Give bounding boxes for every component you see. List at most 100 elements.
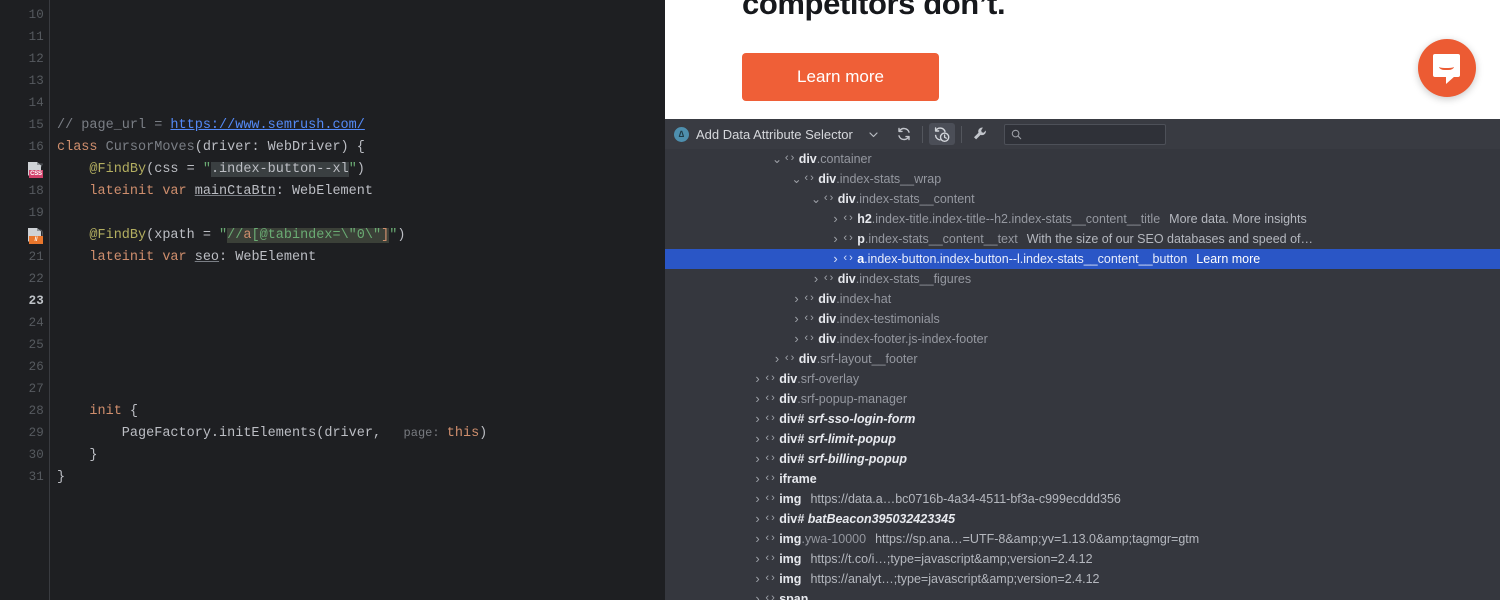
- search-field[interactable]: [1004, 124, 1166, 145]
- line-number[interactable]: 21: [0, 246, 50, 268]
- chevron-right-icon[interactable]: ›: [751, 569, 764, 589]
- chevron-right-icon[interactable]: ›: [751, 589, 764, 600]
- code-line[interactable]: }: [50, 466, 665, 488]
- code-line[interactable]: // page_url = https://www.semrush.com/: [50, 114, 665, 136]
- chevron-right-icon[interactable]: ›: [751, 549, 764, 569]
- line-number[interactable]: 11: [0, 26, 50, 48]
- code-editor[interactable]: 1011121314151617CSS181920//2122232425262…: [0, 0, 665, 600]
- code-line[interactable]: [50, 290, 665, 312]
- code-line[interactable]: [50, 268, 665, 290]
- chevron-right-icon[interactable]: ›: [751, 409, 764, 429]
- chevron-right-icon[interactable]: ›: [751, 369, 764, 389]
- code-line[interactable]: [50, 378, 665, 400]
- chevron-right-icon[interactable]: ›: [751, 389, 764, 409]
- chevron-right-icon[interactable]: ›: [829, 249, 842, 269]
- chevron-down-icon[interactable]: ⌄: [771, 152, 784, 166]
- chevron-right-icon[interactable]: ›: [810, 269, 823, 289]
- dom-tree[interactable]: ⌄‹›div.container⌄‹›div.index-stats__wrap…: [665, 149, 1500, 600]
- line-number[interactable]: 17CSS: [0, 158, 50, 180]
- line-number[interactable]: 26: [0, 356, 50, 378]
- dom-tree-row[interactable]: ›‹›img.ywa-10000https://sp.ana…=UTF-8&am…: [665, 529, 1500, 549]
- code-line[interactable]: @FindBy(xpath = "//a[@tabindex=\"0\"]"): [50, 224, 665, 246]
- chevron-right-icon[interactable]: ›: [751, 529, 764, 549]
- line-number[interactable]: 23: [0, 290, 50, 312]
- code-line[interactable]: PageFactory.initElements(driver, page: t…: [50, 422, 665, 444]
- dom-tree-row[interactable]: ›‹›div.index-stats__figures: [665, 269, 1500, 289]
- dom-tree-row[interactable]: ›‹›h2.index-title.index-title--h2.index-…: [665, 209, 1500, 229]
- code-line[interactable]: }: [50, 444, 665, 466]
- line-number[interactable]: 18: [0, 180, 50, 202]
- chevron-right-icon[interactable]: ›: [751, 449, 764, 469]
- chevron-right-icon[interactable]: ›: [751, 469, 764, 489]
- code-line[interactable]: [50, 312, 665, 334]
- refresh-icon[interactable]: [891, 123, 917, 145]
- line-number[interactable]: 10: [0, 4, 50, 26]
- code-line[interactable]: class CursorMoves(driver: WebDriver) {: [50, 136, 665, 158]
- code-line[interactable]: [50, 26, 665, 48]
- chevron-right-icon[interactable]: ›: [751, 489, 764, 509]
- code-line[interactable]: init {: [50, 400, 665, 422]
- wrench-icon[interactable]: [968, 123, 992, 145]
- code-line[interactable]: lateinit var seo: WebElement: [50, 246, 665, 268]
- chevron-right-icon[interactable]: ›: [771, 349, 784, 369]
- code-line[interactable]: [50, 4, 665, 26]
- chevron-right-icon[interactable]: ›: [790, 309, 803, 329]
- chevron-right-icon[interactable]: ›: [829, 209, 842, 229]
- dom-tree-row[interactable]: ⌄‹›div.index-stats__wrap: [665, 169, 1500, 189]
- dom-tree-row[interactable]: ›‹›imghttps://data.a…bc0716b-4a34-4511-b…: [665, 489, 1500, 509]
- line-number[interactable]: 31: [0, 466, 50, 488]
- dom-tree-row[interactable]: ›‹›span: [665, 589, 1500, 600]
- line-number[interactable]: 14: [0, 92, 50, 114]
- learn-more-button[interactable]: Learn more: [742, 53, 939, 101]
- dom-tree-row[interactable]: ⌄‹›div.index-stats__content: [665, 189, 1500, 209]
- code-line[interactable]: [50, 48, 665, 70]
- line-number[interactable]: 27: [0, 378, 50, 400]
- line-number[interactable]: 20//: [0, 224, 50, 246]
- line-number[interactable]: 19: [0, 202, 50, 224]
- editor-gutter[interactable]: 1011121314151617CSS181920//2122232425262…: [0, 0, 50, 600]
- code-line[interactable]: [50, 334, 665, 356]
- code-line[interactable]: [50, 92, 665, 114]
- dom-tree-row[interactable]: ›‹›iframe: [665, 469, 1500, 489]
- chevron-right-icon[interactable]: ›: [829, 229, 842, 249]
- line-number[interactable]: 29: [0, 422, 50, 444]
- chevron-right-icon[interactable]: ›: [751, 429, 764, 449]
- dom-tree-row[interactable]: ›‹›div.index-testimonials: [665, 309, 1500, 329]
- intercom-chat-icon[interactable]: [1418, 39, 1476, 97]
- code-line[interactable]: [50, 356, 665, 378]
- code-line[interactable]: [50, 202, 665, 224]
- chevron-down-icon[interactable]: ⌄: [790, 172, 803, 186]
- dom-tree-row-selected[interactable]: ›‹›a.index-button.index-button--l.index-…: [665, 249, 1500, 269]
- dom-tree-row[interactable]: ›‹›div.srf-overlay: [665, 369, 1500, 389]
- refresh-history-icon[interactable]: [929, 123, 955, 145]
- line-number[interactable]: 25: [0, 334, 50, 356]
- dom-tree-row[interactable]: ›‹›imghttps://t.co/i…;type=javascript&am…: [665, 549, 1500, 569]
- line-number[interactable]: 24: [0, 312, 50, 334]
- dom-tree-row[interactable]: ›‹›div# batBeacon395032423345: [665, 509, 1500, 529]
- line-number[interactable]: 12: [0, 48, 50, 70]
- dom-tree-row[interactable]: ›‹›p.index-stats__content__textWith the …: [665, 229, 1500, 249]
- line-number[interactable]: 22: [0, 268, 50, 290]
- code-line[interactable]: lateinit var mainCtaBtn: WebElement: [50, 180, 665, 202]
- dom-tree-row[interactable]: ›‹›div# srf-sso-login-form: [665, 409, 1500, 429]
- line-number[interactable]: 28: [0, 400, 50, 422]
- dom-tree-row[interactable]: ›‹›div.index-footer.js-index-footer: [665, 329, 1500, 349]
- chevron-down-icon[interactable]: [863, 123, 885, 145]
- dom-tree-row[interactable]: ⌄‹›div.container: [665, 149, 1500, 169]
- line-number[interactable]: 15: [0, 114, 50, 136]
- selector-gutter-icon[interactable]: //: [28, 228, 44, 243]
- chevron-right-icon[interactable]: ›: [751, 509, 764, 529]
- line-number[interactable]: 30: [0, 444, 50, 466]
- code-line[interactable]: @FindBy(css = ".index-button--xl"): [50, 158, 665, 180]
- dom-tree-row[interactable]: ›‹›div# srf-limit-popup: [665, 429, 1500, 449]
- line-number[interactable]: 16: [0, 136, 50, 158]
- dom-tree-row[interactable]: ›‹›div.srf-layout__footer: [665, 349, 1500, 369]
- dom-tree-row[interactable]: ›‹›div# srf-billing-popup: [665, 449, 1500, 469]
- chevron-down-icon[interactable]: ⌄: [810, 192, 823, 206]
- line-number[interactable]: 13: [0, 70, 50, 92]
- search-input[interactable]: [1027, 127, 1147, 141]
- selector-gutter-icon[interactable]: CSS: [28, 162, 44, 177]
- dom-tree-row[interactable]: ›‹›imghttps://analyt…;type=javascript&am…: [665, 569, 1500, 589]
- editor-code-area[interactable]: // page_url = https://www.semrush.com/cl…: [50, 0, 665, 600]
- code-line[interactable]: [50, 70, 665, 92]
